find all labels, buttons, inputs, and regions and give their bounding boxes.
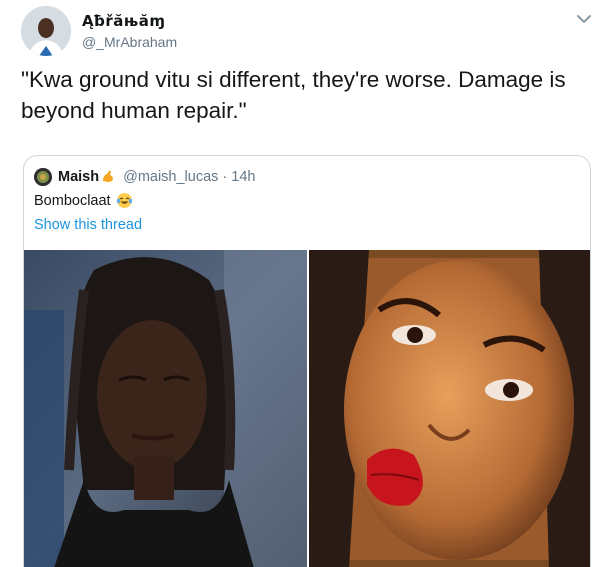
show-thread-link[interactable]: Show this thread	[34, 217, 142, 233]
quoted-author-name[interactable]: Maish	[58, 169, 99, 185]
quoted-text-content: Bomboclaat	[34, 192, 111, 209]
quoted-tweet[interactable]: Maish @maish_lucas · 14h Bomboclaat Show…	[23, 155, 591, 567]
quoted-tweet-header: Maish @maish_lucas · 14h	[34, 168, 255, 186]
quoted-timestamp[interactable]: 14h	[231, 169, 255, 185]
tears-of-joy-icon	[116, 192, 133, 209]
tweet-text: "Kwa ground vitu si different, they're w…	[21, 67, 566, 123]
flexed-biceps-icon	[101, 169, 115, 186]
chevron-down-icon[interactable]	[575, 12, 593, 26]
quoted-author-avatar[interactable]	[34, 168, 52, 186]
author-info: Ąƀřăњăɱ @_MrAbraham	[82, 12, 177, 50]
author-display-name[interactable]: Ąƀřăњăɱ	[82, 12, 177, 30]
photo-left[interactable]	[24, 250, 307, 567]
photo-right[interactable]	[309, 250, 590, 567]
quoted-author-handle[interactable]: @maish_lucas	[123, 169, 218, 185]
author-avatar[interactable]	[21, 6, 71, 56]
separator-dot: ·	[222, 169, 228, 185]
tweet-card: Ąƀřăњăɱ @_MrAbraham "Kwa ground vitu si …	[0, 0, 616, 567]
quoted-tweet-text: Bomboclaat	[34, 192, 133, 209]
author-handle[interactable]: @_MrAbraham	[82, 34, 177, 50]
